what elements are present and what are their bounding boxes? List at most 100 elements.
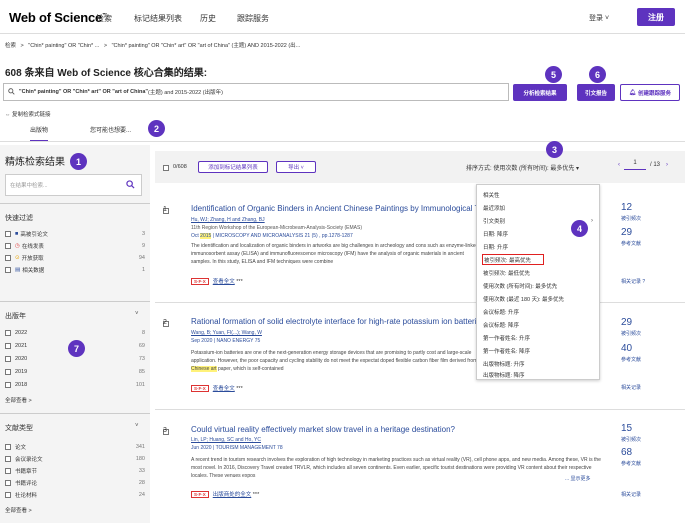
- filter-year[interactable]: 2019 85: [5, 367, 145, 377]
- filter-doc-type[interactable]: 会议录论文 180: [5, 454, 145, 464]
- record-authors[interactable]: Hu, WJ; Zhang, H and Zhang, BJ: [191, 217, 265, 223]
- checkbox[interactable]: [5, 356, 11, 362]
- export-button[interactable]: 导出 ˅: [276, 161, 316, 173]
- login-link[interactable]: 登录 ˅: [589, 13, 609, 23]
- see-all-years-link[interactable]: 全部查看 >: [5, 396, 32, 404]
- filter-associated-data[interactable]: ▤ 相关数据 1: [5, 265, 145, 275]
- copy-query-link[interactable]: ⇔ 复制检索式链接: [5, 110, 51, 118]
- show-more-link[interactable]: ... 显示更多: [565, 475, 591, 482]
- citation-count[interactable]: 12: [621, 202, 632, 213]
- nav-marked-list[interactable]: 标记结果列表: [134, 13, 182, 24]
- chevron-left-icon[interactable]: ‹: [618, 162, 620, 168]
- record-title[interactable]: Rational formation of solid electrolyte …: [191, 317, 476, 326]
- checkbox[interactable]: [5, 468, 11, 474]
- reference-label: 参考文献: [621, 461, 642, 467]
- citation-count[interactable]: 15: [621, 423, 632, 434]
- see-all-doc-types-link[interactable]: 全部查看 >: [5, 506, 32, 514]
- query-box[interactable]: "Chin* painting" OR "Chin* art" OR "art …: [3, 83, 509, 101]
- more-options[interactable]: ***: [236, 386, 242, 392]
- sort-option[interactable]: 第一作者姓名: 升序: [482, 332, 598, 343]
- breadcrumb-item[interactable]: "Chin* painting" OR "Chin* ...: [28, 43, 99, 49]
- chevron-down-icon[interactable]: ˅: [135, 311, 139, 317]
- publisher-full-text-link[interactable]: 出版商处的全文: [213, 492, 252, 498]
- filter-early-access[interactable]: ◷ 在线发表 9: [5, 241, 145, 251]
- analyze-results-button[interactable]: 分析检索结果: [513, 84, 567, 101]
- nav-history[interactable]: 历史: [200, 13, 216, 24]
- related-records-link[interactable]: 相关记录: [621, 491, 641, 498]
- page-input[interactable]: 1: [624, 160, 646, 170]
- tab-publications[interactable]: 出版物: [30, 125, 49, 142]
- checkbox[interactable]: [5, 369, 11, 375]
- nav-alerts[interactable]: 跟踪服务: [237, 13, 269, 24]
- checkbox[interactable]: [5, 456, 11, 462]
- sfx-button[interactable]: S·F·X: [191, 278, 209, 285]
- checkbox[interactable]: [5, 382, 11, 388]
- full-text-link[interactable]: 查看全文: [213, 279, 235, 285]
- annotation-badge-2: 2: [148, 120, 165, 137]
- sort-option[interactable]: 出版物标题: 降序: [482, 369, 598, 380]
- select-all-checkbox[interactable]: [163, 165, 169, 171]
- checkbox[interactable]: [5, 343, 11, 349]
- filter-year[interactable]: 2018 101: [5, 380, 145, 390]
- filter-doc-type[interactable]: 书籍评论 28: [5, 478, 145, 488]
- checkbox[interactable]: [5, 243, 11, 249]
- sfx-button[interactable]: S·F·X: [191, 491, 209, 498]
- checkbox[interactable]: [5, 255, 11, 261]
- checkbox[interactable]: [5, 231, 11, 237]
- chevron-right-icon[interactable]: ›: [666, 162, 668, 168]
- related-records-link[interactable]: 相关记录: [621, 384, 641, 391]
- add-to-marked-list-button[interactable]: 添加到标记结果列表: [198, 161, 268, 173]
- checkbox[interactable]: [5, 480, 11, 486]
- reference-count[interactable]: 29: [621, 227, 632, 238]
- full-text-link[interactable]: 查看全文: [213, 386, 235, 392]
- filter-doc-type[interactable]: 论文 341: [5, 442, 145, 452]
- citation-report-button[interactable]: 引文报告: [577, 84, 615, 101]
- sort-option[interactable]: 最近添加: [482, 202, 598, 213]
- trophy-icon: ■: [15, 231, 19, 237]
- more-options[interactable]: ***: [253, 492, 259, 498]
- breadcrumb: 检索 > "Chin* painting" OR "Chin* ... > "C…: [5, 43, 301, 49]
- sort-option[interactable]: 相关性: [482, 189, 598, 200]
- sfx-button[interactable]: S·F·X: [191, 385, 209, 392]
- record-authors[interactable]: Wang, B; Yuan, FI(...); Wang, W: [191, 330, 262, 336]
- create-alert-button[interactable]: 🔔︎ 创建跟踪服务: [620, 84, 680, 101]
- sort-option[interactable]: 被引频次: 最低优先: [482, 267, 598, 278]
- chevron-down-icon[interactable]: ˅: [135, 423, 139, 429]
- checkbox[interactable]: [5, 492, 11, 498]
- checkbox[interactable]: [5, 267, 11, 273]
- sort-option[interactable]: 出版物标题: 升序: [482, 358, 598, 369]
- filter-highly-cited[interactable]: ■ 高被引论文 3: [5, 229, 145, 239]
- reference-count[interactable]: 40: [621, 343, 632, 354]
- logo[interactable]: Web of Science™: [9, 10, 107, 25]
- record-authors[interactable]: Lin, LP; Huang, SC and Ho, YC: [191, 437, 261, 443]
- refine-search-input[interactable]: 在结果中检索...: [5, 174, 142, 196]
- filter-year[interactable]: 2022 8: [5, 328, 145, 338]
- tab-you-may-also-like[interactable]: 您可能也想要...: [90, 125, 131, 134]
- citation-count[interactable]: 29: [621, 317, 632, 328]
- filter-doc-type[interactable]: 社论材料 24: [5, 490, 145, 500]
- sort-dropdown[interactable]: 排序方式: 使用次数 (所有时间): 最多优先 ▾: [466, 163, 579, 172]
- register-button[interactable]: 注册: [637, 8, 675, 26]
- sort-option-times-cited-highest[interactable]: 被引频次: 最高优先: [482, 254, 544, 265]
- sort-option[interactable]: 会议标题: 升序: [482, 306, 598, 317]
- sort-option[interactable]: 会议标题: 降序: [482, 319, 598, 330]
- sort-option[interactable]: 使用次数 (最近 180 天): 最多优先: [482, 293, 598, 304]
- more-options[interactable]: ***: [236, 279, 242, 285]
- record-title[interactable]: Could virtual reality effectively market…: [191, 425, 611, 434]
- top-bar: Web of Science™ 检索 标记结果列表 历史 跟踪服务 登录 ˅ 注…: [0, 0, 685, 34]
- search-icon[interactable]: [126, 180, 135, 191]
- breadcrumb-item[interactable]: 检索: [5, 43, 16, 49]
- reference-count[interactable]: 68: [621, 447, 632, 458]
- sort-option[interactable]: 使用次数 (所有时间): 最多优先: [482, 280, 598, 291]
- checkbox[interactable]: [5, 444, 11, 450]
- checkbox[interactable]: [5, 330, 11, 336]
- selected-count: 0/608: [173, 164, 187, 170]
- nav-search[interactable]: 检索: [96, 13, 112, 24]
- record-title[interactable]: Identification of Organic Binders in Anc…: [191, 204, 476, 213]
- filter-doc-type[interactable]: 书籍章节 33: [5, 466, 145, 476]
- sort-option[interactable]: 日期: 升序: [482, 241, 598, 252]
- filter-open-access[interactable]: ⊙ 开放获取 94: [5, 253, 145, 263]
- annotation-badge-6: 6: [589, 66, 606, 83]
- related-records-link[interactable]: 相关记录 ?: [621, 278, 645, 285]
- sort-option[interactable]: 第一作者姓名: 降序: [482, 345, 598, 356]
